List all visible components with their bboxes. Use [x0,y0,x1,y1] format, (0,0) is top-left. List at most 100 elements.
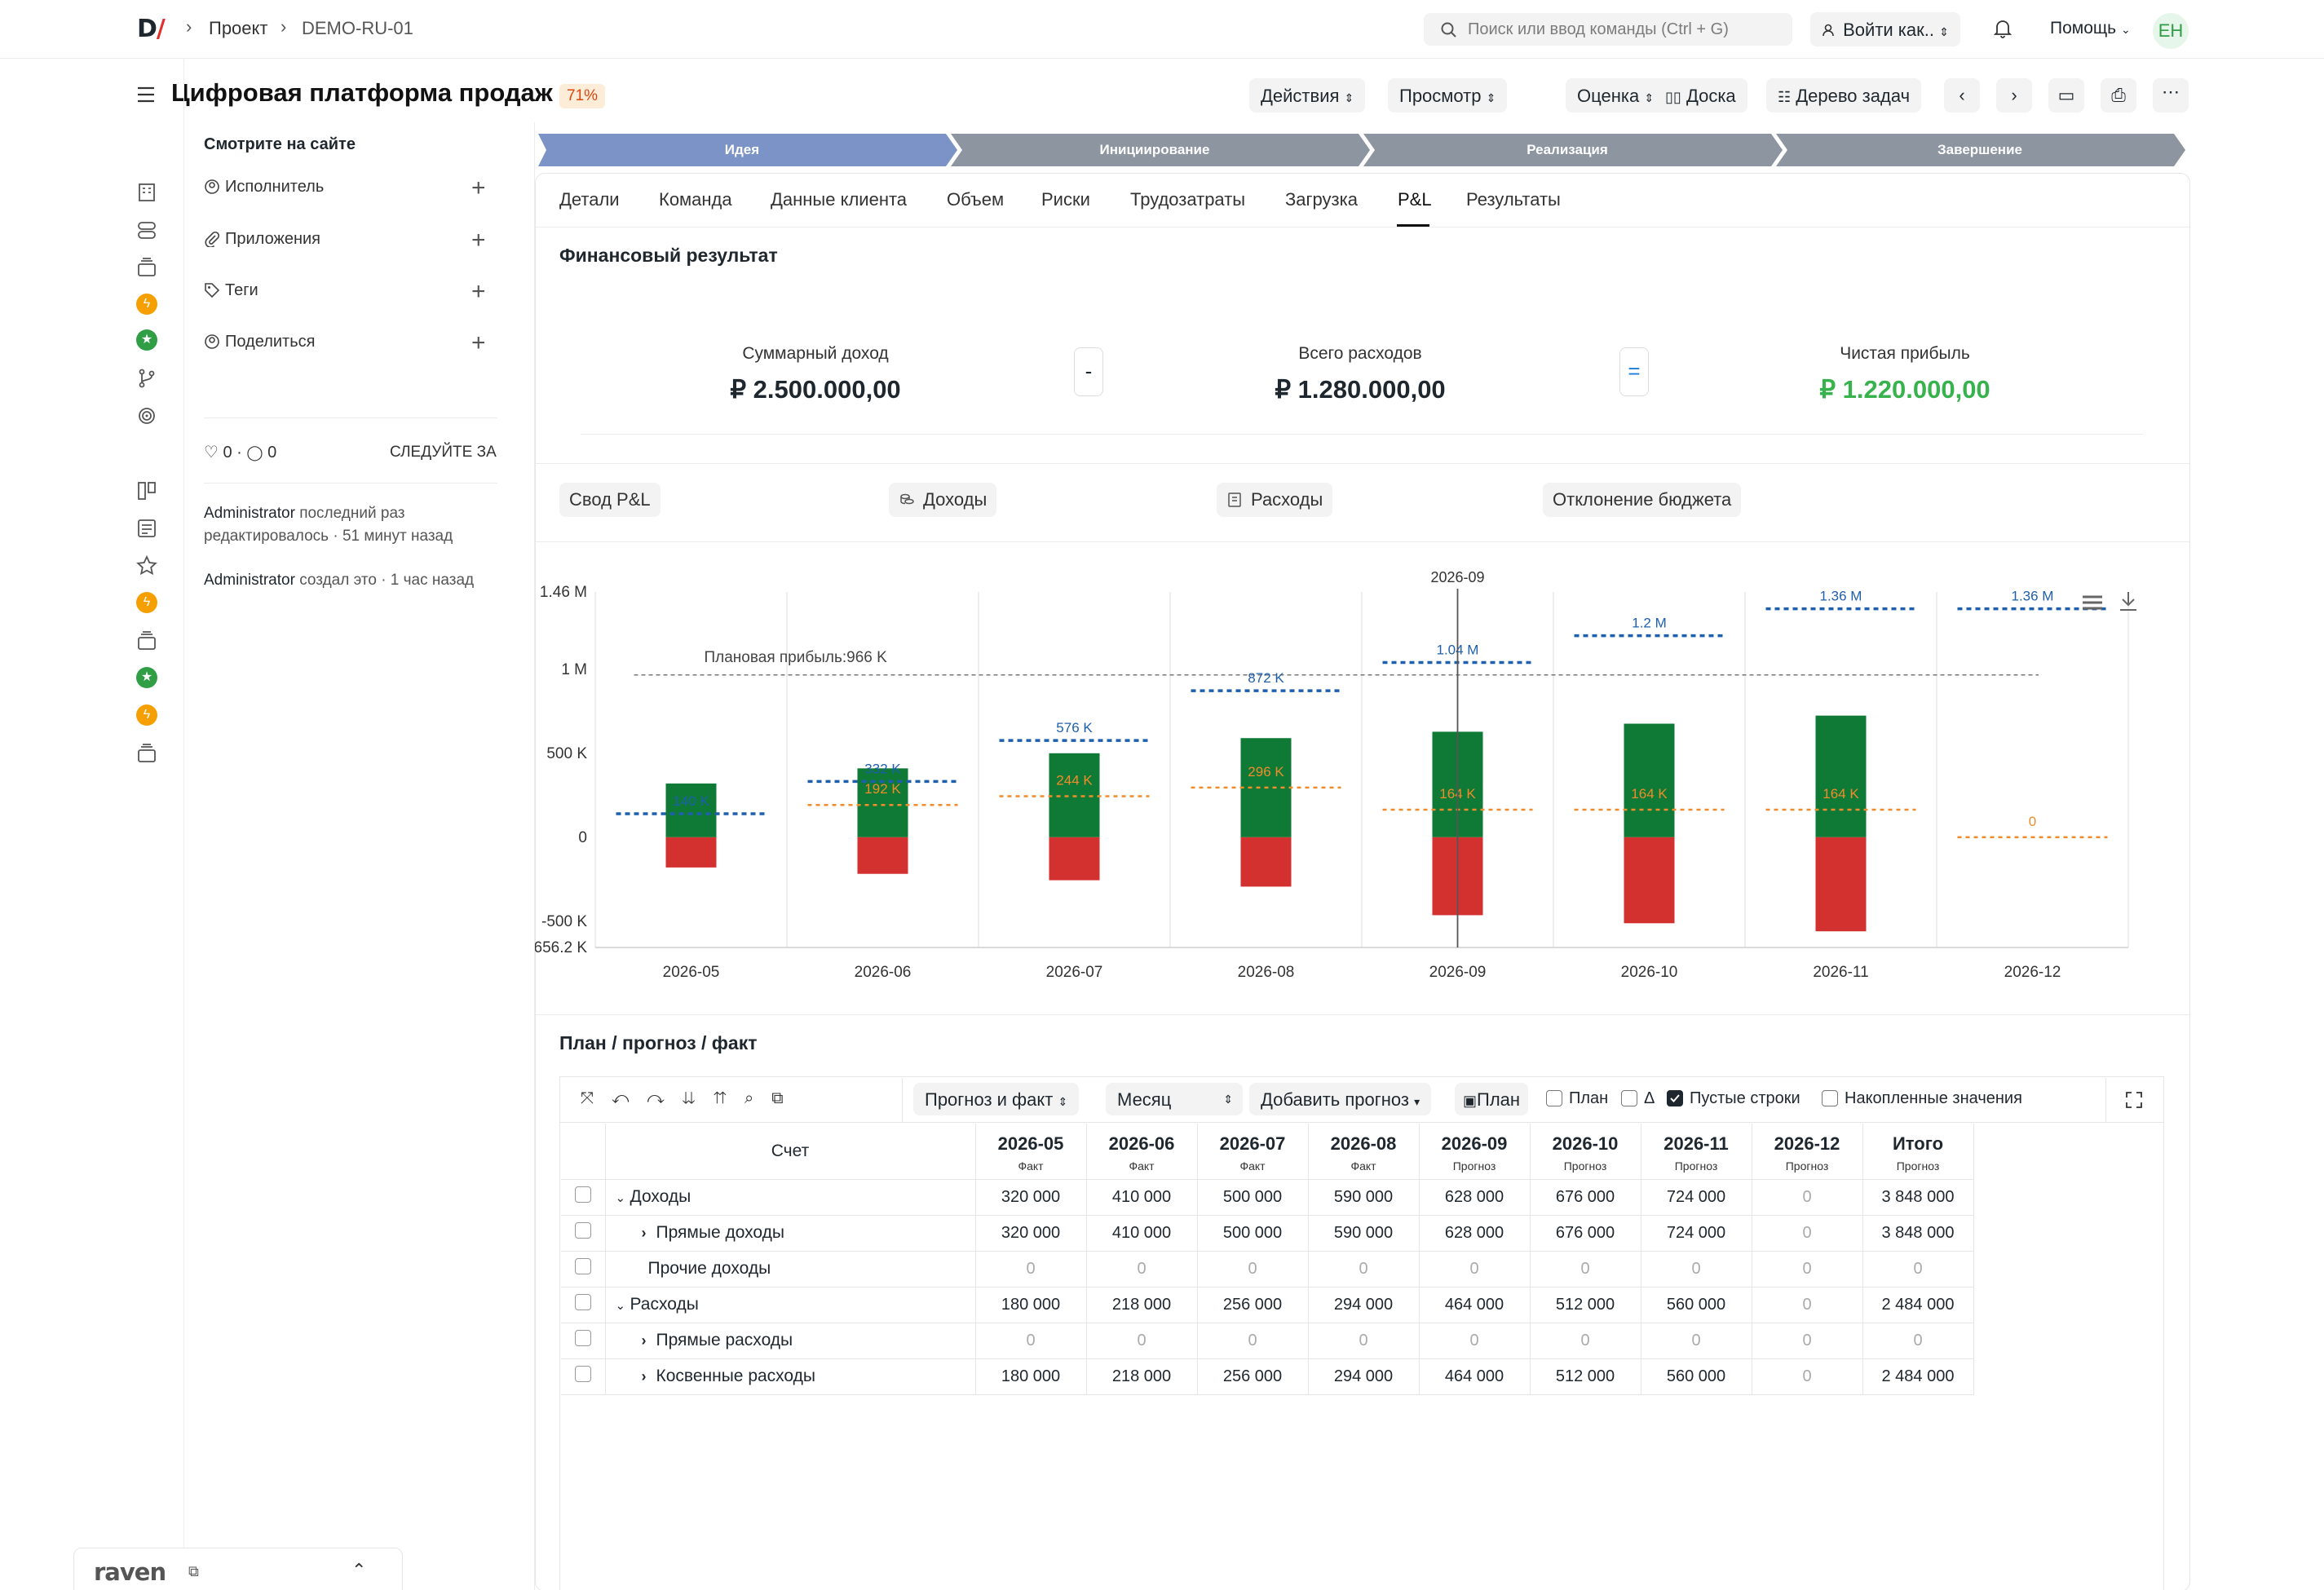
value-cell[interactable]: 0 [1752,1179,1863,1216]
value-cell[interactable]: 676 000 [1530,1179,1641,1216]
table-row[interactable]: › Прямые доходы 320 000 410 000 500 000 590 0… [561,1215,1974,1252]
comment-button[interactable]: ▭ [2048,78,2084,113]
redo-icon[interactable]: ↷ [647,1089,682,1107]
column-header[interactable]: 2026-05 Факт [975,1124,1087,1180]
value-cell[interactable]: 0 [1641,1323,1752,1359]
value-cell[interactable]: 294 000 [1308,1287,1420,1323]
value-cell[interactable]: 0 [1752,1251,1863,1287]
search-icon[interactable]: ⌕ [744,1089,771,1107]
activity-user[interactable]: Administrator [204,572,295,589]
add-forecast-button[interactable]: Добавить прогноз ▾ [1249,1083,1432,1115]
column-header[interactable]: 2026-09 Прогноз [1419,1124,1531,1180]
subtab-budget-deviation[interactable]: Отклонение бюджета [1543,483,1742,517]
breadcrumb-current[interactable]: DEMO-RU-01 [302,18,413,39]
tab-risks[interactable]: Риски [1041,189,1090,210]
sidebar-item-attachments[interactable]: Приложения [204,230,320,249]
income-bar[interactable] [857,768,908,837]
stack-icon[interactable] [135,629,158,652]
lightning-icon[interactable]: ϟ [136,592,157,613]
checkbox-cumulative[interactable]: Накопленные значения [1822,1089,2022,1108]
add-assignee-button[interactable]: + [471,176,486,201]
undo-icon[interactable]: ↶ [612,1089,647,1107]
tab-workload[interactable]: Загрузка [1285,189,1358,210]
value-cell[interactable]: 464 000 [1419,1287,1531,1323]
collapse-rows-icon[interactable]: ⇈ [714,1089,744,1107]
estimate-button[interactable]: Оценка ⇕ [1566,78,1666,113]
table-row[interactable]: › Косвенные расходы 180 000 218 000 256 000 2… [561,1358,1974,1395]
expense-bar[interactable] [1240,837,1292,887]
star-badge-icon[interactable]: ★ [136,667,157,688]
column-header[interactable]: 2026-07 Факт [1197,1124,1309,1180]
value-cell[interactable]: 0 [1752,1215,1863,1252]
toggles-icon[interactable] [135,219,158,241]
value-cell[interactable]: 218 000 [1086,1287,1198,1323]
value-cell[interactable]: 3 848 000 [1862,1179,1974,1216]
checkbox-plan[interactable]: План [1546,1089,1608,1108]
column-header[interactable]: 2026-06 Факт [1086,1124,1198,1180]
value-cell[interactable]: 560 000 [1641,1358,1752,1395]
row-checkbox[interactable] [574,1258,591,1274]
column-header[interactable]: 2026-08 Факт [1308,1124,1420,1180]
value-cell[interactable]: 512 000 [1530,1358,1641,1395]
search-input[interactable]: Поиск или ввод команды (Ctrl + G) [1424,13,1792,46]
column-header[interactable]: 2026-11 Прогноз [1641,1124,1752,1180]
avatar[interactable]: EH [2153,13,2189,49]
table-row[interactable]: ⌄ Расходы 180 000 218 000 256 000 294 000 464 … [561,1287,1974,1323]
column-header[interactable]: 2026-12 Прогноз [1752,1124,1863,1180]
value-cell[interactable]: 0 [975,1251,1087,1287]
income-bar[interactable] [665,783,717,837]
row-checkbox[interactable] [574,1330,591,1346]
stack-icon[interactable] [135,256,158,279]
value-cell[interactable]: 628 000 [1419,1179,1531,1216]
value-cell[interactable]: 512 000 [1530,1287,1641,1323]
pin-icon[interactable]: ⤧ [581,1089,612,1107]
tab-effort[interactable]: Трудозатраты [1130,189,1245,210]
value-cell[interactable]: 0 [1752,1287,1863,1323]
app-logo[interactable]: D/ [137,15,166,43]
tab-scope[interactable]: Объем [947,189,1004,210]
board-button[interactable]: ▯▯ Доска [1654,78,1747,113]
likes-counter[interactable]: ♡ 0 · ◯ 0 [204,442,276,462]
value-cell[interactable]: 410 000 [1086,1215,1198,1252]
more-button[interactable]: ⋯ [2153,78,2189,113]
checkbox[interactable] [1621,1090,1637,1106]
star-icon[interactable] [135,554,158,577]
table-row[interactable]: Прочие доходы 0 0 0 0 0 0 0 0 0 [561,1251,1974,1287]
kanban-icon[interactable] [135,479,158,502]
external-link-icon[interactable]: ⧉ [188,1563,199,1580]
row-checkbox[interactable] [574,1186,591,1203]
building-icon[interactable] [135,181,158,204]
value-cell[interactable]: 2 484 000 [1862,1287,1974,1323]
form-icon[interactable] [135,517,158,540]
value-cell[interactable]: 256 000 [1197,1358,1309,1395]
breadcrumb-project[interactable]: Проект [209,18,267,39]
value-cell[interactable]: 0 [1530,1323,1641,1359]
tab-results[interactable]: Результаты [1466,189,1561,210]
follow-button[interactable]: СЛЕДУЙТЕ ЗА [390,444,497,462]
value-cell[interactable]: 0 [1197,1323,1309,1359]
checkbox[interactable] [1546,1090,1562,1106]
sidebar-item-tags[interactable]: Теги [204,281,258,300]
row-checkbox[interactable] [574,1294,591,1310]
lightning-icon[interactable]: ϟ [136,704,157,726]
table-row[interactable]: ⌄ Доходы 320 000 410 000 500 000 590 000 628 0… [561,1179,1974,1216]
add-share-button[interactable]: + [471,331,486,356]
value-cell[interactable]: 724 000 [1641,1215,1752,1252]
chevron-right-icon[interactable]: › [642,1225,656,1242]
value-cell[interactable]: 0 [1419,1323,1531,1359]
filter-icon[interactable]: ⧉ [771,1089,801,1107]
subtab-income[interactable]: Доходы [889,483,997,517]
expense-bar[interactable] [1624,837,1675,924]
value-cell[interactable]: 0 [1862,1251,1974,1287]
value-cell[interactable]: 0 [1752,1323,1863,1359]
checkbox-empty-rows[interactable]: Пустые строки [1667,1089,1800,1108]
chevron-right-icon[interactable]: › [642,1332,656,1349]
login-as-button[interactable]: Войти как.. ⇕ [1810,12,1960,46]
subtab-pl-summary[interactable]: Свод P&L [559,483,661,517]
value-cell[interactable]: 500 000 [1197,1179,1309,1216]
value-cell[interactable]: 0 [1862,1323,1974,1359]
value-cell[interactable]: 294 000 [1308,1358,1420,1395]
value-cell[interactable]: 590 000 [1308,1179,1420,1216]
add-tag-button[interactable]: + [471,280,486,304]
value-cell[interactable]: 0 [1752,1358,1863,1395]
